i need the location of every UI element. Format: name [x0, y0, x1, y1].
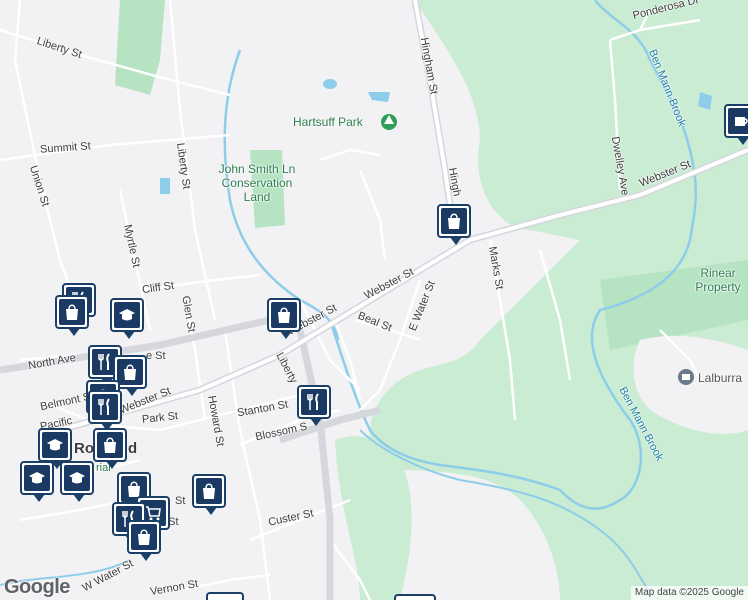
school-pin[interactable] — [20, 461, 54, 502]
woods-south — [335, 436, 412, 600]
pond-1 — [323, 79, 337, 89]
graduation-cap-icon — [47, 439, 63, 451]
school-pin[interactable] — [38, 428, 72, 469]
shopping-bag-icon — [448, 213, 460, 229]
shopping-bag-icon — [66, 304, 78, 320]
place-label-hartsuff-park[interactable]: Hartsuff Park — [293, 115, 363, 129]
graduation-cap-icon — [69, 472, 85, 484]
map-canvas[interactable]: Liberty St Union St Summit St Liberty St… — [0, 0, 748, 600]
shopping-bag-pin[interactable] — [127, 520, 161, 561]
partial-pin[interactable] — [206, 592, 244, 600]
restaurant-pin[interactable] — [297, 385, 331, 426]
school-pin[interactable] — [60, 461, 94, 502]
cafe-pin[interactable] — [724, 104, 748, 145]
woods-nw — [115, 0, 165, 95]
coffee-cup-icon — [735, 117, 748, 126]
town-label-rockland-end: d — [128, 440, 138, 457]
shopping-bag-icon — [278, 307, 290, 323]
pond-3 — [160, 178, 170, 194]
shopping-bag-pin[interactable] — [267, 298, 301, 339]
pond-2 — [368, 92, 390, 102]
google-logo[interactable]: Google — [4, 576, 70, 599]
fork-knife-icon — [307, 393, 319, 410]
google-logo-text: Google — [4, 576, 70, 598]
shopping-bag-pin[interactable] — [437, 204, 471, 245]
place-label-lalburra[interactable]: Lalburra — [698, 371, 742, 385]
shopping-bag-icon — [203, 483, 215, 499]
street-label-e-st: e St — [146, 350, 166, 362]
restaurant-pin[interactable] — [88, 390, 122, 431]
shopping-bag-pin[interactable] — [192, 474, 226, 515]
shopping-bag-pin[interactable] — [55, 295, 89, 336]
fork-knife-icon — [98, 398, 110, 415]
graduation-cap-icon — [119, 309, 135, 321]
shopping-bag-icon — [124, 364, 136, 380]
town-label-rockland: Ro — [74, 440, 94, 457]
shopping-bag-icon — [104, 437, 116, 453]
map-attribution[interactable]: Map data ©2025 Google — [630, 586, 748, 600]
school-pin[interactable] — [110, 298, 144, 339]
street-label-st-fragment: St — [175, 495, 186, 507]
shopping-bag-pin[interactable] — [93, 428, 127, 469]
shopping-bag-icon — [138, 529, 150, 545]
place-label-rinear-property[interactable]: Rinear Property — [688, 266, 748, 294]
partial-pin[interactable] — [394, 594, 436, 600]
fork-knife-icon — [98, 353, 110, 370]
graduation-cap-icon — [29, 472, 45, 484]
place-label-conservation-land[interactable]: John Smith Ln Conservation Land — [209, 162, 305, 204]
